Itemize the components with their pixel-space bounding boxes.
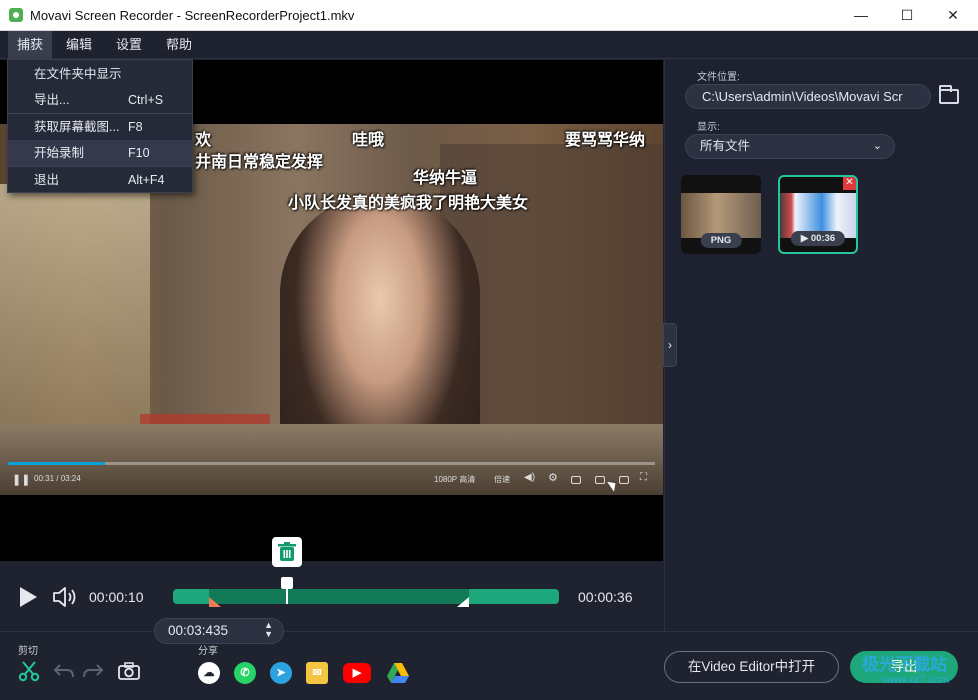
player-widescreen-icon[interactable] — [595, 476, 605, 484]
menu-item-exit[interactable]: 退出 Alt+F4 — [8, 167, 192, 193]
timeline-area: 00:00:10 00:00:36 — [0, 561, 664, 631]
thumbnail-badge: PNG — [700, 233, 742, 248]
player-fullscreen-icon[interactable]: ⛶ — [640, 472, 647, 483]
menu-help[interactable]: 帮助 — [157, 31, 201, 59]
position-time-field[interactable]: 00:03:435 ▲ ▼ — [154, 618, 284, 644]
watermark-url: www.xz7.com — [882, 674, 950, 686]
title-bar: Movavi Screen Recorder - ScreenRecorderP… — [0, 0, 978, 31]
folder-icon[interactable] — [939, 85, 959, 104]
menu-item-screenshot[interactable]: 获取屏幕截图... F8 — [8, 114, 192, 140]
player-speed[interactable]: 倍速 — [494, 474, 510, 485]
danmu-comment: 欢 — [195, 132, 212, 149]
menu-item-label: 退出 — [34, 173, 60, 187]
video-foreground — [0, 424, 663, 495]
menu-item-shortcut: Ctrl+S — [128, 93, 164, 107]
playhead-handle[interactable] — [281, 577, 293, 589]
file-thumbnail-selected[interactable]: ▶ 00:36 ✕ — [778, 175, 858, 254]
player-settings-icon[interactable]: ⚙ — [548, 471, 558, 484]
cloud-link-icon[interactable]: ☁ — [198, 662, 220, 684]
share-section-label: 分享 — [198, 646, 218, 657]
player-volume-icon[interactable]: ◀) — [524, 472, 535, 483]
thumbnail-image — [681, 193, 761, 238]
menu-item-label: 获取屏幕截图... — [34, 120, 120, 134]
camera-icon[interactable] — [118, 660, 140, 682]
menu-item-export[interactable]: 导出... Ctrl+S — [8, 87, 192, 113]
preview-bottom — [0, 495, 663, 561]
play-icon[interactable] — [20, 587, 37, 607]
delete-segment-button[interactable] — [272, 537, 302, 567]
menu-item-start-recording[interactable]: 开始录制 F10 — [8, 140, 192, 166]
watermark-logo: 极光下载站 www.xz7.com — [862, 650, 972, 690]
file-location-label: 文件位置: — [697, 72, 740, 83]
timeline-selection[interactable] — [209, 589, 469, 604]
menu-item-shortcut: F8 — [128, 120, 143, 134]
collapse-panel-button[interactable]: › — [663, 323, 677, 367]
volume-icon[interactable] — [52, 585, 78, 609]
danmu-comment: 哇哦 — [352, 132, 385, 149]
menu-item-label: 导出... — [34, 93, 70, 107]
position-time-value: 00:03:435 — [168, 623, 229, 638]
undo-icon[interactable] — [53, 660, 75, 682]
file-path-field[interactable]: C:\Users\admin\Videos\Movavi Scr — [685, 84, 931, 109]
danmu-comment: 华纳牛逼 — [413, 170, 478, 187]
player-pip-icon[interactable] — [571, 476, 581, 484]
menu-item-shortcut: Alt+F4 — [128, 173, 165, 187]
scissors-icon[interactable] — [18, 660, 40, 682]
danmu-comment: 要骂骂华纳 — [565, 132, 646, 149]
chevron-down-icon: ⌄ — [872, 140, 882, 152]
player-webfullscreen-icon[interactable] — [619, 476, 629, 484]
current-time: 00:00:10 — [89, 589, 144, 605]
youtube-icon[interactable]: ▶ — [343, 663, 371, 683]
menu-capture[interactable]: 捕获 — [8, 31, 53, 59]
video-background-window — [0, 184, 150, 444]
thumbnail-duration-badge: ▶ 00:36 — [790, 231, 846, 246]
file-filter-value: 所有文件 — [700, 139, 751, 153]
cut-section-label: 剪切 — [18, 646, 38, 657]
danmu-comment: 井南日常稳定发挥 — [195, 154, 324, 171]
watermark-text: 极光下载站 — [862, 655, 947, 674]
menu-item-show-in-folder[interactable]: 在文件夹中显示 — [8, 61, 192, 87]
menu-item-shortcut: F10 — [128, 146, 150, 160]
redo-icon[interactable] — [82, 660, 104, 682]
stepper-down-icon[interactable]: ▼ — [264, 630, 273, 639]
in-marker[interactable] — [209, 597, 221, 607]
delete-file-icon[interactable]: ✕ — [843, 177, 856, 190]
file-filter-select[interactable]: 所有文件 ⌄ — [685, 134, 895, 159]
maximize-button[interactable]: ☐ — [884, 0, 930, 31]
menu-item-label: 开始录制 — [34, 146, 85, 160]
display-label: 显示: — [697, 122, 720, 133]
files-panel: 文件位置: C:\Users\admin\Videos\Movavi Scr 显… — [664, 60, 978, 631]
total-time: 00:00:36 — [578, 589, 633, 605]
file-thumbnail[interactable]: PNG — [681, 175, 761, 254]
out-marker[interactable] — [457, 597, 469, 607]
email-icon[interactable]: ✉ — [306, 662, 328, 684]
menu-edit[interactable]: 编辑 — [57, 31, 101, 59]
player-quality[interactable]: 1080P 高清 — [434, 474, 475, 485]
player-progress-fill — [8, 462, 106, 465]
window-title: Movavi Screen Recorder - ScreenRecorderP… — [30, 8, 355, 23]
whatsapp-icon[interactable]: ✆ — [234, 662, 256, 684]
player-time: 00:31 / 03:24 — [34, 474, 81, 483]
menu-bar: 捕获 编辑 设置 帮助 — [0, 31, 978, 59]
player-pause-icon[interactable]: ❚❚ — [12, 473, 30, 486]
telegram-icon[interactable]: ➤ — [270, 662, 292, 684]
close-button[interactable]: ✕ — [930, 0, 976, 31]
capture-menu-dropdown: 在文件夹中显示 导出... Ctrl+S 获取屏幕截图... F8 开始录制 F… — [7, 59, 193, 193]
app-icon — [9, 8, 23, 22]
danmu-comment: 小队长发真的美疯我了明艳大美女 — [288, 195, 529, 212]
menu-settings[interactable]: 设置 — [107, 31, 151, 59]
trash-icon — [278, 542, 296, 561]
player-progress-track[interactable] — [8, 462, 655, 465]
time-stepper[interactable]: ▲ ▼ — [264, 621, 273, 639]
menu-item-label: 在文件夹中显示 — [34, 67, 122, 81]
google-drive-icon[interactable] — [386, 662, 410, 684]
bottom-toolbar: 剪切 分享 ☁ ✆ ➤ ✉ ▶ 在Video Editor中打开 导出 — [0, 631, 978, 700]
minimize-button[interactable]: — — [838, 0, 884, 31]
open-in-video-editor-button[interactable]: 在Video Editor中打开 — [664, 651, 839, 683]
